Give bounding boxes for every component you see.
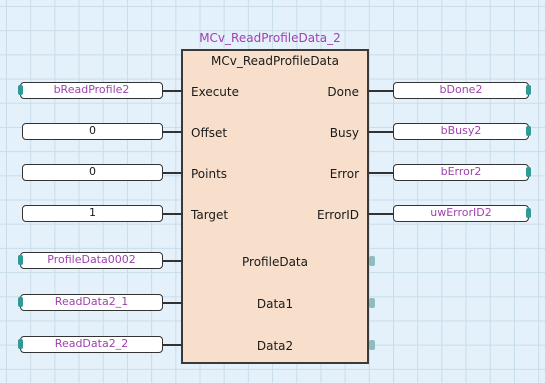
var-text: bDone2 — [439, 83, 483, 96]
wire-profiledata — [163, 260, 183, 262]
connector-handle — [526, 208, 531, 218]
wire-busy — [367, 131, 393, 133]
var-text: uwErrorID2 — [430, 206, 492, 219]
input-const-target[interactable]: 1 — [22, 205, 163, 222]
inout-connector-data2[interactable] — [369, 340, 375, 350]
input-const-points[interactable]: 0 — [22, 164, 163, 181]
wire-error — [367, 172, 393, 174]
wire-points — [163, 172, 183, 174]
inout-connector-profiledata[interactable] — [369, 256, 375, 266]
pin-points: Points — [191, 167, 228, 181]
connector-handle — [526, 126, 531, 136]
pin-profiledata: ProfileData — [242, 255, 308, 269]
wire-execute — [163, 90, 183, 92]
pin-errorid: ErrorID — [316, 208, 359, 222]
output-var-errorid[interactable]: uwErrorID2 — [393, 205, 531, 222]
connector-handle — [526, 167, 531, 177]
wire-data1 — [163, 302, 183, 304]
output-var-done[interactable]: bDone2 — [393, 82, 531, 99]
output-var-busy[interactable]: bBusy2 — [393, 123, 531, 140]
pin-data2: Data2 — [256, 339, 294, 353]
wire-data2 — [163, 344, 183, 346]
fb-type-name: MCv_ReadProfileData — [211, 54, 339, 68]
var-text: ProfileData0002 — [47, 253, 136, 266]
connector-handle — [18, 85, 23, 95]
pin-data1: Data1 — [256, 297, 294, 311]
connector-handle — [18, 339, 23, 349]
pin-error: Error — [329, 167, 359, 181]
pin-done: Done — [327, 85, 359, 99]
connector-handle — [18, 297, 23, 307]
input-var-data1[interactable]: ReadData2_1 — [18, 294, 163, 311]
inout-connector-data1[interactable] — [369, 298, 375, 308]
var-text: 1 — [89, 206, 96, 219]
pin-busy: Busy — [329, 126, 359, 140]
var-text: 0 — [89, 165, 96, 178]
input-var-data2[interactable]: ReadData2_2 — [18, 336, 163, 353]
connector-handle — [18, 255, 23, 265]
input-const-offset[interactable]: 0 — [22, 123, 163, 140]
wire-done — [367, 90, 393, 92]
pin-target: Target — [191, 208, 229, 222]
wire-errorid — [367, 213, 393, 215]
wire-offset — [163, 131, 183, 133]
function-block[interactable]: MCv_ReadProfileData Execute Offset Point… — [181, 49, 369, 364]
fb-instance-name[interactable]: MCv_ReadProfileData_2 — [170, 31, 370, 45]
var-text: bBusy2 — [440, 124, 482, 137]
var-text: bReadProfile2 — [53, 83, 130, 96]
var-text: ReadData2_1 — [54, 295, 129, 308]
output-var-error[interactable]: bError2 — [393, 164, 531, 181]
var-text: 0 — [89, 124, 96, 137]
var-text: ReadData2_2 — [54, 337, 129, 350]
var-text: bError2 — [440, 165, 482, 178]
connector-handle — [526, 85, 531, 95]
input-var-profiledata[interactable]: ProfileData0002 — [18, 252, 163, 269]
pin-offset: Offset — [191, 126, 228, 140]
pin-execute: Execute — [191, 85, 239, 99]
input-var-execute[interactable]: bReadProfile2 — [18, 82, 163, 99]
wire-target — [163, 213, 183, 215]
ladder-editor-canvas[interactable]: MCv_ReadProfileData_2 MCv_ReadProfileDat… — [0, 0, 545, 383]
